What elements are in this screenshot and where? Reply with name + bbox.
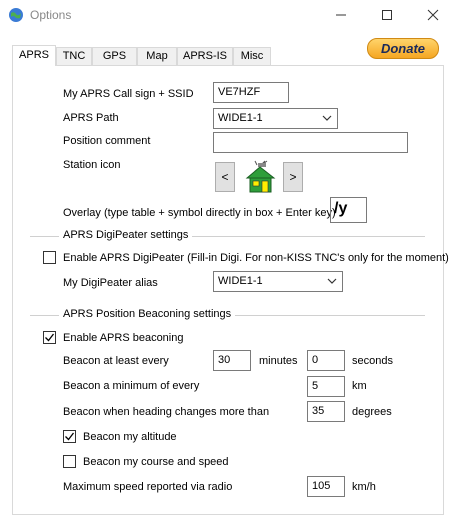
aprs-path-select[interactable]: WIDE1-1 <box>213 108 338 129</box>
beacon-heading-input[interactable]: 35 <box>307 401 345 422</box>
digipeater-alias-select[interactable]: WIDE1-1 <box>213 271 343 292</box>
next-icon-button[interactable]: > <box>283 162 303 192</box>
digipeater-alias-label: My DigiPeater alias <box>63 277 158 289</box>
beacon-minutes-input[interactable]: 30 <box>213 350 251 371</box>
beacon-minimum-label: Beacon a minimum of every <box>63 380 200 392</box>
position-comment-input[interactable] <box>213 132 408 153</box>
callsign-label: My APRS Call sign + SSID <box>63 88 194 100</box>
title-bar: Options <box>0 0 456 30</box>
beacon-every-label: Beacon at least every <box>63 355 169 367</box>
prev-icon-button[interactable]: < <box>215 162 235 192</box>
tab-aprs-is[interactable]: APRS-IS <box>177 47 233 65</box>
aprs-path-label: APRS Path <box>63 112 119 124</box>
tab-misc[interactable]: Misc <box>233 47 271 65</box>
callsign-input[interactable]: VE7HZF <box>213 82 289 103</box>
checkmark-icon <box>45 333 55 342</box>
aprs-path-value: WIDE1-1 <box>218 112 263 124</box>
close-button[interactable] <box>410 0 456 30</box>
seconds-unit-label: seconds <box>352 355 393 367</box>
minimize-button[interactable] <box>318 0 364 30</box>
overlay-label: Overlay (type table + symbol directly in… <box>63 207 336 219</box>
enable-digipeater-checkbox[interactable] <box>43 251 56 264</box>
beacon-minimum-input[interactable]: 5 <box>307 376 345 397</box>
chevron-down-icon <box>327 278 337 284</box>
tab-tnc[interactable]: TNC <box>56 47 92 65</box>
enable-beaconing-label: Enable APRS beaconing <box>63 332 184 344</box>
beacon-seconds-input[interactable]: 0 <box>307 350 345 371</box>
max-speed-input[interactable]: 105 <box>307 476 345 497</box>
degrees-unit-label: degrees <box>352 406 392 418</box>
app-globe-icon <box>8 7 24 23</box>
position-comment-label: Position comment <box>63 135 151 147</box>
close-icon <box>427 9 439 21</box>
overlay-input[interactable]: /y <box>330 197 367 223</box>
digipeater-alias-value: WIDE1-1 <box>218 275 263 287</box>
beacon-altitude-label: Beacon my altitude <box>83 431 177 443</box>
beacon-course-speed-label: Beacon my course and speed <box>83 456 229 468</box>
km-unit-label: km <box>352 380 367 392</box>
checkmark-icon <box>65 432 75 441</box>
digipeater-group-title: APRS DigiPeater settings <box>59 229 193 241</box>
station-icon-label: Station icon <box>63 159 121 171</box>
minutes-unit-label: minutes <box>259 355 298 367</box>
chevron-down-icon <box>322 115 332 121</box>
max-speed-label: Maximum speed reported via radio <box>63 481 233 493</box>
beacon-altitude-checkbox[interactable] <box>63 430 76 443</box>
maximize-button[interactable] <box>364 0 410 30</box>
donate-button[interactable]: Donate <box>367 38 439 59</box>
kmh-unit-label: km/h <box>352 481 376 493</box>
station-house-icon <box>243 160 278 194</box>
beacon-heading-label: Beacon when heading changes more than <box>63 406 270 418</box>
minimize-icon <box>336 14 346 16</box>
tab-gps[interactable]: GPS <box>92 47 137 65</box>
beaconing-group-title: APRS Position Beaconing settings <box>59 308 236 320</box>
enable-beaconing-checkbox[interactable] <box>43 331 56 344</box>
beacon-course-speed-checkbox[interactable] <box>63 455 76 468</box>
maximize-icon <box>382 10 392 20</box>
tab-map[interactable]: Map <box>137 47 177 65</box>
window-title: Options <box>30 8 72 22</box>
tab-aprs[interactable]: APRS <box>12 45 56 66</box>
enable-digipeater-label: Enable APRS DigiPeater (Fill-in Digi. Fo… <box>63 252 449 264</box>
